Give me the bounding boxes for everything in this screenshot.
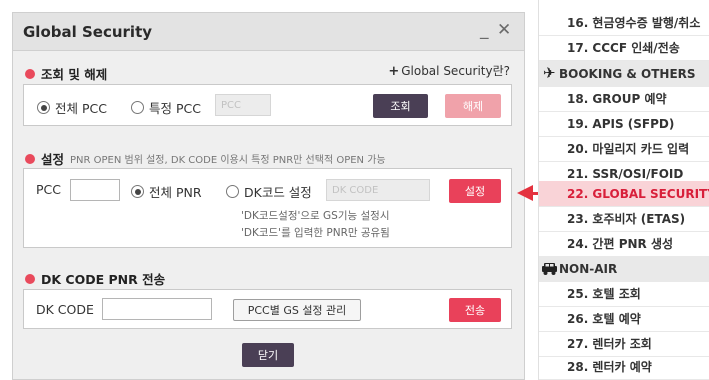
radio-all-pcc[interactable]: 전체 PCC (37, 98, 107, 117)
menu-item-rentcar-search[interactable]: 27. 렌터카 조회 (539, 332, 709, 357)
menu-item-global-security[interactable]: 22. GLOBAL SECURITY (539, 181, 709, 207)
radio-specific-pcc[interactable]: 특정 PCC (131, 98, 201, 117)
set-button[interactable]: 설정 (449, 179, 501, 203)
menu-item-mileage-card[interactable]: 20. 마일리지 카드 입력 (539, 137, 709, 162)
red-dot-icon (25, 273, 35, 284)
gs-settings-manage-button[interactable]: PCC별 GS 설정 관리 (233, 299, 361, 321)
help-link-text: Global Security란? (401, 64, 510, 78)
radio-dk-code[interactable]: DK코드 설정 (226, 182, 312, 201)
menu-item-cccf[interactable]: 17. CCCF 인쇄/전송 (539, 36, 709, 61)
menu-category-nonair-label: NON-AIR (559, 262, 618, 276)
radio-checked-icon (37, 101, 50, 114)
settings-section-header: 설정 PNR OPEN 범위 설정, DK CODE 이용시 특정 PNR만 선… (25, 149, 386, 168)
dialog-title-bar: Global Security _ ✕ (13, 13, 524, 51)
red-dot-icon (25, 153, 35, 164)
side-menu: 16. 현금영수증 발행/취소 17. CCCF 인쇄/전송 ✈ BOOKING… (538, 0, 709, 380)
menu-category-nonair: NON-AIR (539, 256, 709, 282)
send-button[interactable]: 전송 (449, 298, 501, 322)
minimize-icon[interactable]: _ (480, 20, 489, 40)
menu-item-group-booking[interactable]: 18. GROUP 예약 (539, 87, 709, 112)
dk-code-transfer-input[interactable] (102, 298, 212, 320)
menu-item-quick-pnr[interactable]: 24. 간편 PNR 생성 (539, 232, 709, 257)
menu-item-etas-visa[interactable]: 23. 호주비자 (ETAS) (539, 207, 709, 232)
radio-unchecked-icon (131, 101, 144, 114)
close-button[interactable]: 닫기 (242, 343, 294, 367)
menu-item-hotel-search[interactable]: 25. 호텔 조회 (539, 282, 709, 307)
radio-dk-code-label: DK코드 설정 (244, 185, 312, 200)
dialog-title: Global Security (23, 23, 153, 41)
menu-item-cash-receipt[interactable]: 16. 현금영수증 발행/취소 (539, 11, 709, 36)
red-dot-icon (25, 68, 35, 79)
dk-transfer-section-header: DK CODE PNR 전송 (25, 269, 165, 288)
menu-item-hotel-booking[interactable]: 26. 호텔 예약 (539, 307, 709, 332)
dk-code-note-line1: 'DK코드설정'으로 GS기능 설정시 (241, 210, 390, 222)
lookup-pcc-input[interactable] (215, 94, 271, 116)
airplane-icon: ✈ (543, 64, 556, 82)
dk-code-note-line2: 'DK코드'를 입력한 PNR만 공유됨 (241, 227, 390, 239)
menu-item-apis[interactable]: 19. APIS (SFPD) (539, 112, 709, 137)
dk-code-input[interactable] (326, 179, 430, 201)
radio-all-pnr-label: 전체 PNR (149, 185, 202, 200)
release-button[interactable]: 해제 (445, 94, 501, 118)
radio-all-pcc-label: 전체 PCC (55, 101, 107, 116)
global-security-dialog: Global Security _ ✕ 조회 및 해제 + Global Secu… (12, 12, 525, 380)
radio-all-pnr[interactable]: 전체 PNR (131, 182, 202, 201)
lookup-section-title: 조회 및 해제 (41, 67, 108, 82)
dk-code-label: DK CODE (36, 302, 94, 317)
lookup-panel: 전체 PCC 특정 PCC 조회 해제 (23, 84, 512, 126)
settings-pcc-input[interactable] (70, 179, 120, 201)
global-security-help-link[interactable]: + Global Security란? (388, 62, 510, 79)
close-icon[interactable]: ✕ (497, 20, 511, 40)
settings-section-description: PNR OPEN 범위 설정, DK CODE 이용시 특정 PNR만 선택적 … (70, 155, 386, 166)
menu-item-rentcar-booking[interactable]: 28. 렌터카 예약 (539, 355, 709, 380)
dk-transfer-section-title: DK CODE PNR 전송 (41, 272, 166, 287)
radio-specific-pcc-label: 특정 PCC (149, 101, 201, 116)
menu-category-booking-label: BOOKING & OTHERS (559, 67, 696, 81)
settings-pcc-label: PCC (36, 182, 61, 197)
menu-category-booking: ✈ BOOKING & OTHERS (539, 61, 709, 87)
radio-checked-icon (131, 185, 144, 198)
settings-panel: PCC 전체 PNR DK코드 설정 설정 'DK코드설정'으로 GS기능 설정… (23, 168, 512, 248)
lookup-section-header: 조회 및 해제 (25, 64, 107, 83)
settings-section-title: 설정 (41, 152, 65, 167)
plus-icon: + (388, 64, 400, 79)
search-button[interactable]: 조회 (373, 94, 428, 118)
dk-transfer-panel: DK CODE PCC별 GS 설정 관리 전송 (23, 289, 512, 329)
pointer-arrow-icon (517, 185, 533, 201)
radio-unchecked-icon (226, 185, 239, 198)
car-icon (542, 263, 557, 275)
